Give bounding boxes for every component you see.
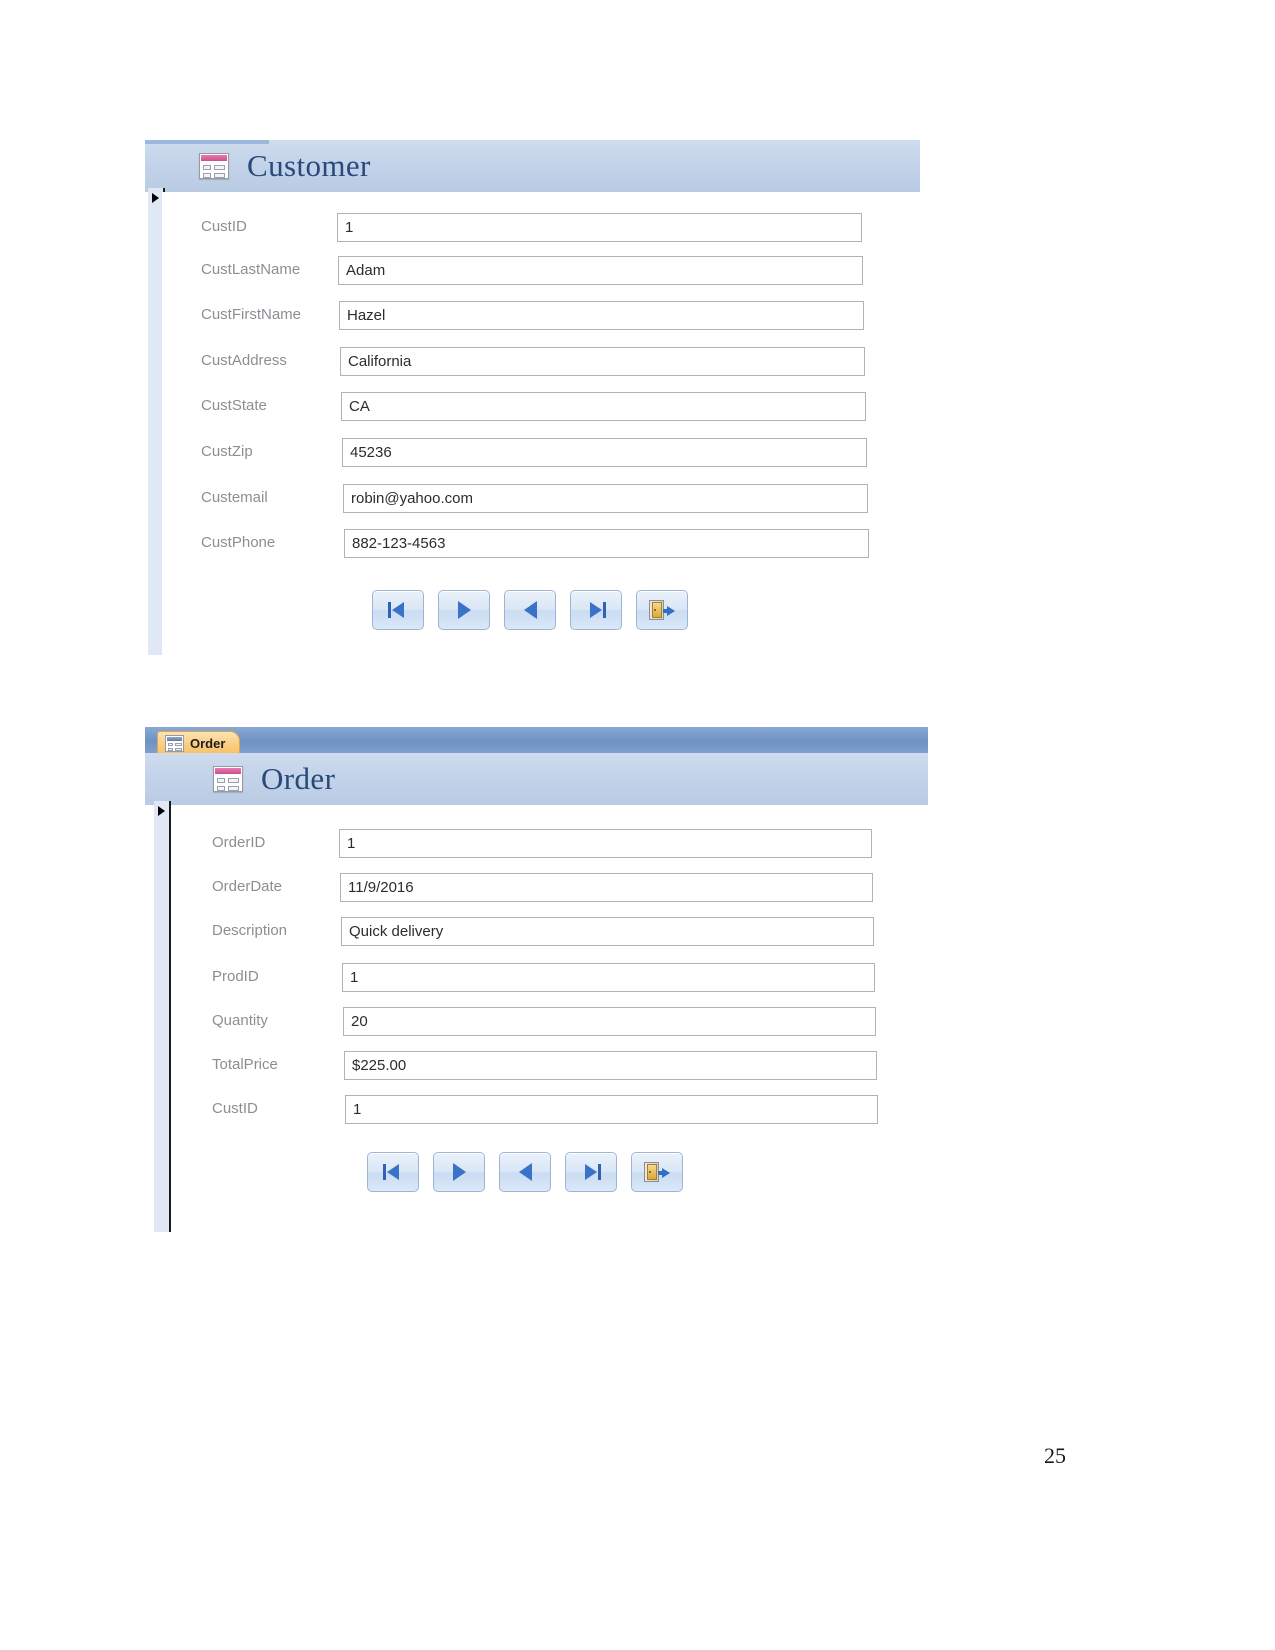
form-icon (213, 766, 243, 792)
customer-form-detail: CustID 1 CustLastName Adam CustFirstName… (162, 192, 920, 655)
page-number: 25 (1044, 1443, 1066, 1468)
record-selector-arrow (152, 193, 159, 203)
field-input[interactable]: 45236 (342, 438, 867, 467)
document-tab-label: Order (190, 736, 226, 751)
field-input[interactable]: CA (341, 392, 866, 421)
field-label: CustID (212, 1100, 258, 1117)
document-tab-strip: Order (145, 727, 928, 755)
order-form-header: Order (145, 753, 928, 805)
previous-record-button[interactable] (504, 590, 556, 630)
order-navigation-buttons (367, 1152, 683, 1192)
field-input[interactable]: $225.00 (344, 1051, 877, 1080)
last-record-icon (581, 1164, 601, 1180)
field-input[interactable]: 882-123-4563 (344, 529, 869, 558)
field-input[interactable]: 20 (343, 1007, 876, 1036)
previous-record-button[interactable] (499, 1152, 551, 1192)
field-input[interactable]: 1 (342, 963, 875, 992)
field-input[interactable]: 11/9/2016 (340, 873, 873, 902)
next-record-icon (452, 1163, 466, 1181)
next-record-icon (457, 601, 471, 619)
document-tab-order[interactable]: Order (157, 731, 241, 755)
field-input[interactable]: 1 (345, 1095, 878, 1124)
field-label: CustPhone (201, 534, 276, 551)
last-record-button[interactable] (565, 1152, 617, 1192)
field-input[interactable]: 1 (337, 213, 862, 242)
previous-record-icon (518, 1163, 532, 1181)
field-input[interactable]: Adam (338, 256, 863, 285)
previous-record-icon (523, 601, 537, 619)
field-label: CustLastName (201, 261, 301, 278)
field-input[interactable]: Quick delivery (341, 917, 874, 946)
form-icon (165, 735, 184, 752)
field-input[interactable]: 1 (339, 829, 872, 858)
first-record-button[interactable] (367, 1152, 419, 1192)
field-label: CustState (201, 397, 267, 414)
header-accent-line (145, 140, 920, 144)
record-selector-arrow (158, 806, 165, 816)
field-label: CustFirstName (201, 306, 302, 323)
field-input[interactable]: California (340, 347, 865, 376)
customer-form-header: Customer (145, 140, 920, 192)
exit-door-icon (644, 1162, 670, 1182)
record-selector[interactable] (154, 801, 171, 1232)
next-record-button[interactable] (438, 590, 490, 630)
customer-navigation-buttons (372, 590, 688, 630)
field-label: Description (212, 922, 288, 939)
field-input[interactable]: Hazel (339, 301, 864, 330)
order-form-detail: OrderID 1 OrderDate 11/9/2016 Descriptio… (171, 805, 928, 1232)
field-label: Custemail (201, 489, 268, 506)
field-label: OrderDate (212, 878, 283, 895)
field-input[interactable]: robin@yahoo.com (343, 484, 868, 513)
close-form-button[interactable] (636, 590, 688, 630)
exit-door-icon (649, 600, 675, 620)
field-label: CustZip (201, 443, 253, 460)
first-record-icon (388, 602, 408, 618)
page-title: Customer (247, 148, 371, 183)
order-form-window: Order Order OrderID 1 OrderDate 11/9/201… (145, 727, 928, 1232)
next-record-button[interactable] (433, 1152, 485, 1192)
field-label: ProdID (212, 968, 259, 985)
first-record-icon (383, 1164, 403, 1180)
customer-form-window: Customer CustID 1 CustLastName Adam Cust… (145, 140, 920, 655)
first-record-button[interactable] (372, 590, 424, 630)
field-label: CustAddress (201, 352, 287, 369)
field-label: TotalPrice (212, 1056, 278, 1073)
page-title: Order (261, 761, 336, 796)
field-label: OrderID (212, 834, 266, 851)
field-label: CustID (201, 218, 247, 235)
last-record-icon (586, 602, 606, 618)
form-icon (199, 153, 229, 179)
close-form-button[interactable] (631, 1152, 683, 1192)
last-record-button[interactable] (570, 590, 622, 630)
field-label: Quantity (212, 1012, 268, 1029)
